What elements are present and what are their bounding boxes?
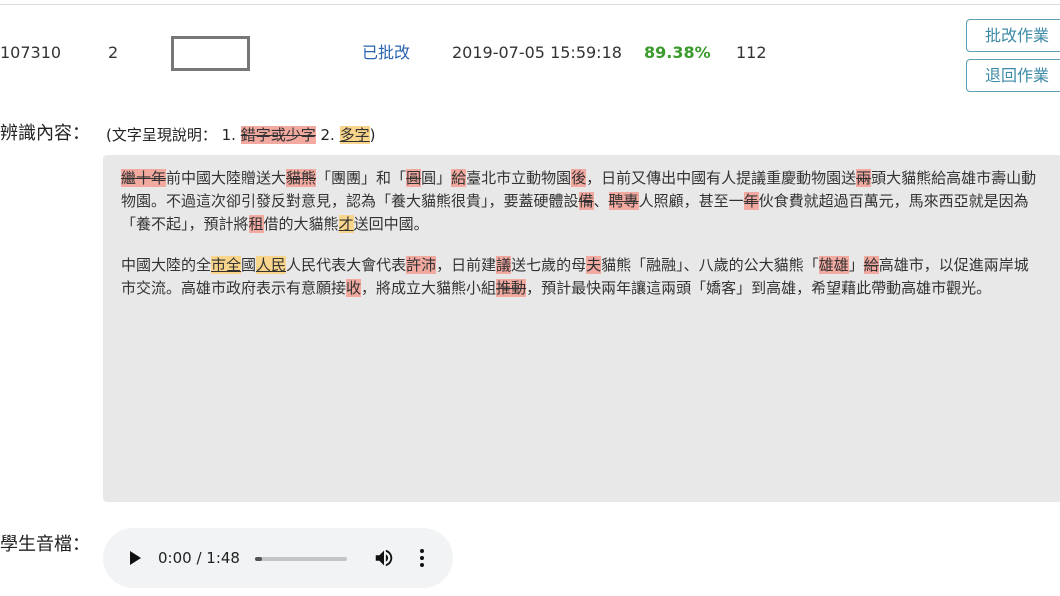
audio-progress-fill [255,557,263,561]
audio-progress-track[interactable] [255,557,347,561]
text-segment: 」 [848,256,864,274]
audio-player: 0:00 / 1:48 [103,528,453,588]
play-icon[interactable] [130,551,141,565]
legend-error-sample: 錯字或少字 [240,126,316,144]
more-options-icon[interactable] [419,547,425,569]
paragraph-1: 繼十年前中國大陸贈送大貓熊「團團」和「圓圓」給臺北市立動物園後，日前又傳出中國有… [121,167,1039,236]
legend-extra-sample: 多字 [339,126,370,144]
recognition-content: 繼十年前中國大陸贈送大貓熊「團團」和「圓圓」給臺北市立動物園後，日前又傳出中國有… [103,155,1060,502]
extra-segment: 市全 [211,256,242,274]
text-segment: 臺北市立動物園 [466,169,572,187]
record-number: 2 [108,43,119,62]
grade-homework-button[interactable]: 批改作業 [966,19,1060,52]
return-homework-button[interactable]: 退回作業 [966,59,1060,92]
submission-row: 107310 2 已批改 2019-07-05 15:59:18 89.38% … [0,0,1060,100]
text-segment: ，日前建 [436,256,497,274]
error-segment: 圓 [406,169,422,187]
volume-icon[interactable] [373,547,395,569]
blank-box [171,36,250,71]
error-segment: 兩 [856,169,872,187]
text-segment: ，日前又傳出中國有人提議重慶動物園送 [586,169,857,187]
error-segment: 給 [863,256,879,274]
text-segment: ，預計最快兩年讓這兩頭「嬌客」到高雄，希望藉此帶動高雄市觀光。 [526,279,992,297]
text-segment: 送回中國。 [353,215,429,233]
legend-mid: 2. [320,126,335,144]
text-segment: 中國大陸的全 [121,256,212,274]
mismatch-segment: 許沛 [406,256,437,274]
error-segment: 推動 [496,279,527,297]
text-segment: 送七歲的母 [511,256,587,274]
legend-prefix: (文字呈現說明： 1. [106,126,236,144]
text-segment: 「團團」和「 [316,169,407,187]
legend-suffix: ) [369,126,376,144]
text-segment: 人民代表大會代表 [286,256,407,274]
text-segment: 、 [593,192,609,210]
mismatch-segment: 夫 [586,256,602,274]
mismatch-segment: 租 [248,215,264,233]
error-segment: 年 [743,192,759,210]
accuracy-score: 89.38% [644,43,711,62]
text-segment: 國 [241,256,257,274]
mismatch-segment: 收 [346,279,362,297]
text-segment: 圓」 [421,169,452,187]
recognition-label: 辨識內容： [0,123,90,144]
audio-label: 學生音檔： [0,534,90,555]
extra-segment: 才 [338,215,354,233]
audio-time: 0:00 / 1:48 [158,549,240,567]
error-segment: 繼十年 [121,169,167,187]
text-segment: 貓熊「融融」、八歲的公大貓熊「 [601,256,819,274]
submission-timestamp: 2019-07-05 15:59:18 [452,43,622,62]
record-id: 107310 [0,43,62,62]
text-segment: ，將成立大貓熊小組 [361,279,497,297]
mismatch-segment: 給 [451,169,467,187]
text-segment: 人照顧，甚至一 [638,192,744,210]
mismatch-segment: 議 [496,256,512,274]
extra-segment: 人民 [256,256,287,274]
error-segment: 貓熊 [286,169,317,187]
error-segment: 聘專 [608,192,639,210]
text-segment: 前中國大陸贈送大 [166,169,287,187]
word-count: 112 [736,43,767,62]
mismatch-segment: 雄雄 [818,256,849,274]
paragraph-2: 中國大陸的全市全國人民人民代表大會代表許沛，日前建議送七歲的母夫貓熊「融融」、八… [121,254,1039,300]
error-segment: 備 [578,192,594,210]
recognition-legend: (文字呈現說明： 1. 錯字或少字 2. 多字) [106,125,375,145]
text-segment: 借的大貓熊 [263,215,339,233]
mismatch-segment: 後 [571,169,587,187]
status-link[interactable]: 已批改 [362,43,410,63]
